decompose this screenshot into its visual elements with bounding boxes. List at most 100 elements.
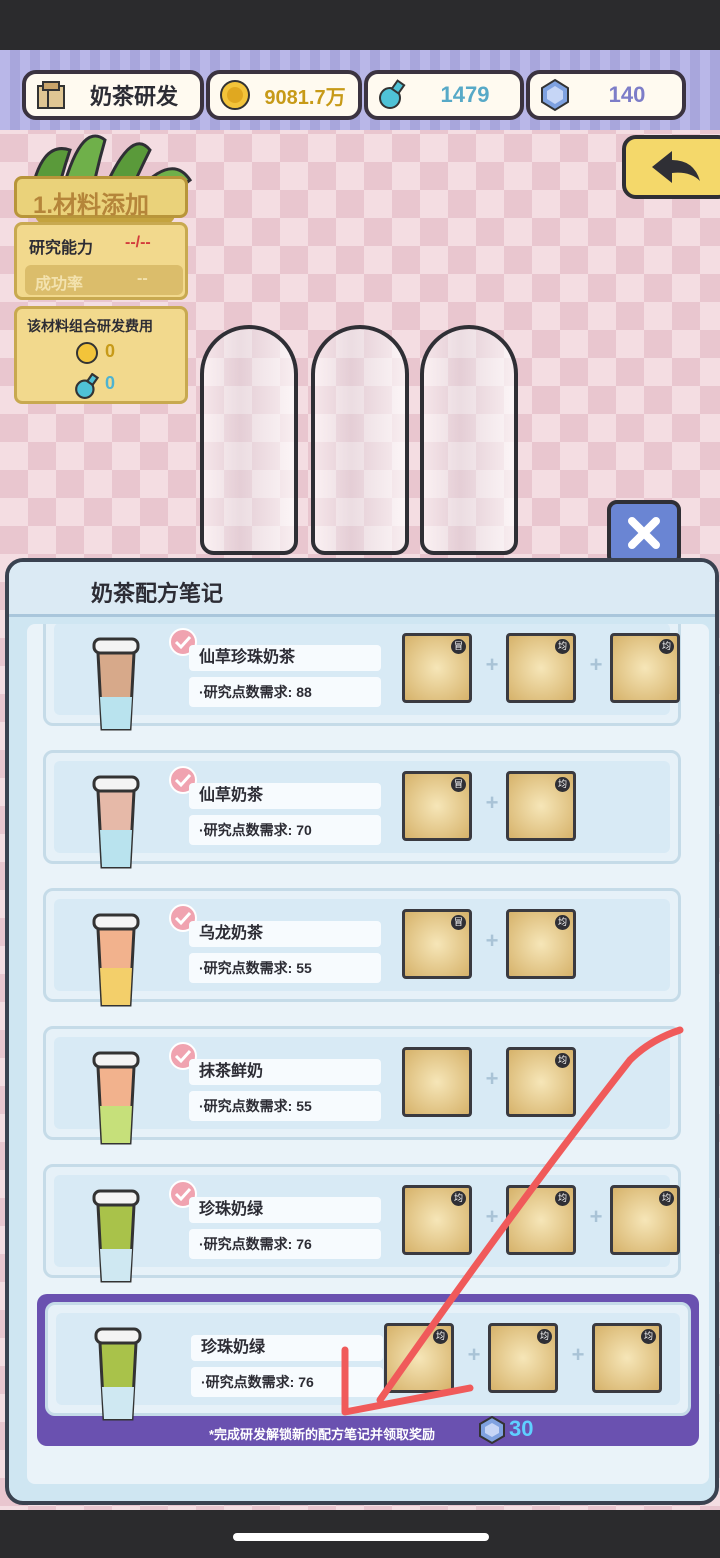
tag-icon: 冒: [451, 639, 466, 654]
ingredient-pearls[interactable]: 均: [610, 1185, 680, 1255]
recipe-requirement: ·研究点数需求: 76: [189, 1229, 381, 1259]
coin-icon: [76, 342, 98, 364]
recipe-name: 抹茶鲜奶: [189, 1059, 381, 1085]
recipe-requirement: ·研究点数需求: 70: [189, 815, 381, 845]
ingredient-grass-jelly[interactable]: 冒: [402, 771, 472, 841]
ingredient-milk-tea[interactable]: 均: [506, 909, 576, 979]
plus-icon: +: [485, 1204, 499, 1229]
coin-value: 9081.7万: [264, 86, 346, 109]
coin-counter: 9081.7万: [206, 70, 362, 120]
gem-value: 140: [608, 82, 646, 107]
modal-header: 奶茶配方笔记: [9, 562, 715, 617]
recipe-notes-modal: 奶茶配方笔记 仙草珍珠奶茶 ·研究点数需求: 88 冒 + 均 + 均 仙草奶茶…: [5, 558, 719, 1505]
tag-icon: 均: [555, 1191, 570, 1206]
modal-title: 奶茶配方笔记: [91, 581, 224, 606]
new-recipe-highlight[interactable]: 珍珠奶绿 ·研究点数需求: 76 均 + 均 + 均 *完成研发解锁新的配方笔记…: [37, 1294, 699, 1446]
recipe-name: 仙草珍珠奶茶: [189, 645, 381, 671]
recipe-list[interactable]: 仙草珍珠奶茶 ·研究点数需求: 88 冒 + 均 + 均 仙草奶茶 ·研究点数需…: [27, 624, 709, 1484]
page-title: 奶茶研发: [89, 84, 178, 109]
gem-counter: 140: [526, 70, 686, 120]
plus-icon: +: [589, 1204, 603, 1229]
close-button[interactable]: [607, 500, 681, 566]
back-arrow-icon: [652, 151, 700, 183]
notebook-icon: [37, 81, 65, 109]
tag-icon: 均: [451, 1191, 466, 1206]
tag-icon: 均: [641, 1329, 656, 1344]
ingredient-green-tea[interactable]: 均: [488, 1323, 558, 1393]
ingredient-milk-tea[interactable]: 均: [506, 771, 576, 841]
ingredient-milk-tea[interactable]: 均: [610, 633, 680, 703]
ingredient-milk-carton[interactable]: 均: [384, 1323, 454, 1393]
recipe-card[interactable]: 珍珠奶绿 ·研究点数需求: 76 均 + 均 + 均: [45, 1302, 691, 1421]
gem-icon: [479, 1416, 505, 1444]
success-rate-row: 成功率 --: [25, 265, 183, 295]
milk-tea-cup-icon: [92, 1051, 140, 1145]
research-stats-panel: 研究能力 --/-- 成功率 --: [14, 222, 188, 300]
research-ability-value: --/--: [125, 234, 151, 251]
recipe-name: 乌龙奶茶: [189, 921, 381, 947]
tag-icon: 均: [659, 639, 674, 654]
recipe-requirement: ·研究点数需求: 88: [189, 677, 381, 707]
cost-title: 该材料组合研发费用: [27, 318, 153, 334]
potion-value: 1479: [440, 82, 490, 107]
cost-potions: 0: [105, 373, 116, 393]
plus-icon: +: [571, 1342, 585, 1367]
ingredient-tube-3[interactable]: [420, 325, 518, 555]
milk-tea-cup-icon: [92, 637, 140, 731]
research-ability-label: 研究能力: [29, 240, 94, 257]
potion-icon: [75, 373, 100, 399]
plus-icon: +: [589, 652, 603, 677]
milk-tea-cup-icon: [92, 775, 140, 869]
tag-icon: 均: [555, 777, 570, 792]
ingredient-tube-1[interactable]: [200, 325, 298, 555]
ingredient-pearls[interactable]: 均: [506, 633, 576, 703]
ingredient-milk-tea[interactable]: 均: [506, 1047, 576, 1117]
recipe-card[interactable]: 乌龙奶茶 ·研究点数需求: 55 冒 + 均: [43, 888, 681, 1007]
milk-tea-cup-icon: [92, 913, 140, 1007]
ingredient-green-tea[interactable]: 均: [506, 1185, 576, 1255]
tag-icon: 均: [555, 915, 570, 930]
success-rate-value: --: [137, 270, 148, 287]
tag-icon: 均: [537, 1329, 552, 1344]
research-cost-panel: 该材料组合研发费用 0 0: [14, 306, 188, 404]
recipe-card[interactable]: 仙草珍珠奶茶 ·研究点数需求: 88 冒 + 均 + 均: [43, 624, 681, 731]
recipe-requirement: ·研究点数需求: 55: [189, 953, 381, 983]
ingredient-pearls[interactable]: 均: [592, 1323, 662, 1393]
tag-icon: 均: [433, 1329, 448, 1344]
recipe-card[interactable]: 抹茶鲜奶 ·研究点数需求: 55 + 均: [43, 1026, 681, 1145]
step-title: 1.材料添加: [33, 192, 150, 219]
potion-counter: 1479: [364, 70, 524, 120]
recipe-card[interactable]: 仙草奶茶 ·研究点数需求: 70 冒 + 均: [43, 750, 681, 869]
milk-tea-cup-icon: [94, 1327, 142, 1421]
tag-icon: 均: [555, 1053, 570, 1068]
recipe-name: 珍珠奶绿: [189, 1197, 381, 1223]
plus-icon: +: [485, 790, 499, 815]
ingredient-milk-carton[interactable]: 均: [402, 1185, 472, 1255]
reward-amount: 30: [509, 1416, 534, 1441]
ingredient-oolong-tea[interactable]: 冒: [402, 909, 472, 979]
recipe-requirement: ·研究点数需求: 55: [189, 1091, 381, 1121]
tag-icon: 均: [659, 1191, 674, 1206]
ingredient-matcha[interactable]: [402, 1047, 472, 1117]
tag-icon: 均: [555, 639, 570, 654]
ingredient-grass-jelly[interactable]: 冒: [402, 633, 472, 703]
recipe-name: 仙草奶茶: [189, 783, 381, 809]
ingredient-tube-2[interactable]: [311, 325, 409, 555]
recipe-requirement: ·研究点数需求: 76: [191, 1367, 383, 1397]
tag-icon: 冒: [451, 915, 466, 930]
home-indicator[interactable]: [233, 1533, 489, 1541]
unlock-hint: *完成研发解锁新的配方笔记并领取奖励: [209, 1427, 436, 1442]
success-rate-label: 成功率: [35, 276, 84, 293]
plus-icon: +: [467, 1342, 481, 1367]
plus-icon: +: [485, 1066, 499, 1091]
tag-icon: 冒: [451, 777, 466, 792]
recipe-card[interactable]: 珍珠奶绿 ·研究点数需求: 76 均 + 均 + 均: [43, 1164, 681, 1283]
title-bar: 奶茶研发: [22, 70, 204, 120]
milk-tea-cup-icon: [92, 1189, 140, 1283]
plus-icon: +: [485, 652, 499, 677]
coin-icon: [220, 80, 250, 110]
step-title-banner: 1.材料添加: [14, 176, 188, 219]
recipe-name: 珍珠奶绿: [191, 1335, 383, 1361]
back-button[interactable]: [622, 135, 720, 199]
cost-coins: 0: [105, 341, 116, 361]
